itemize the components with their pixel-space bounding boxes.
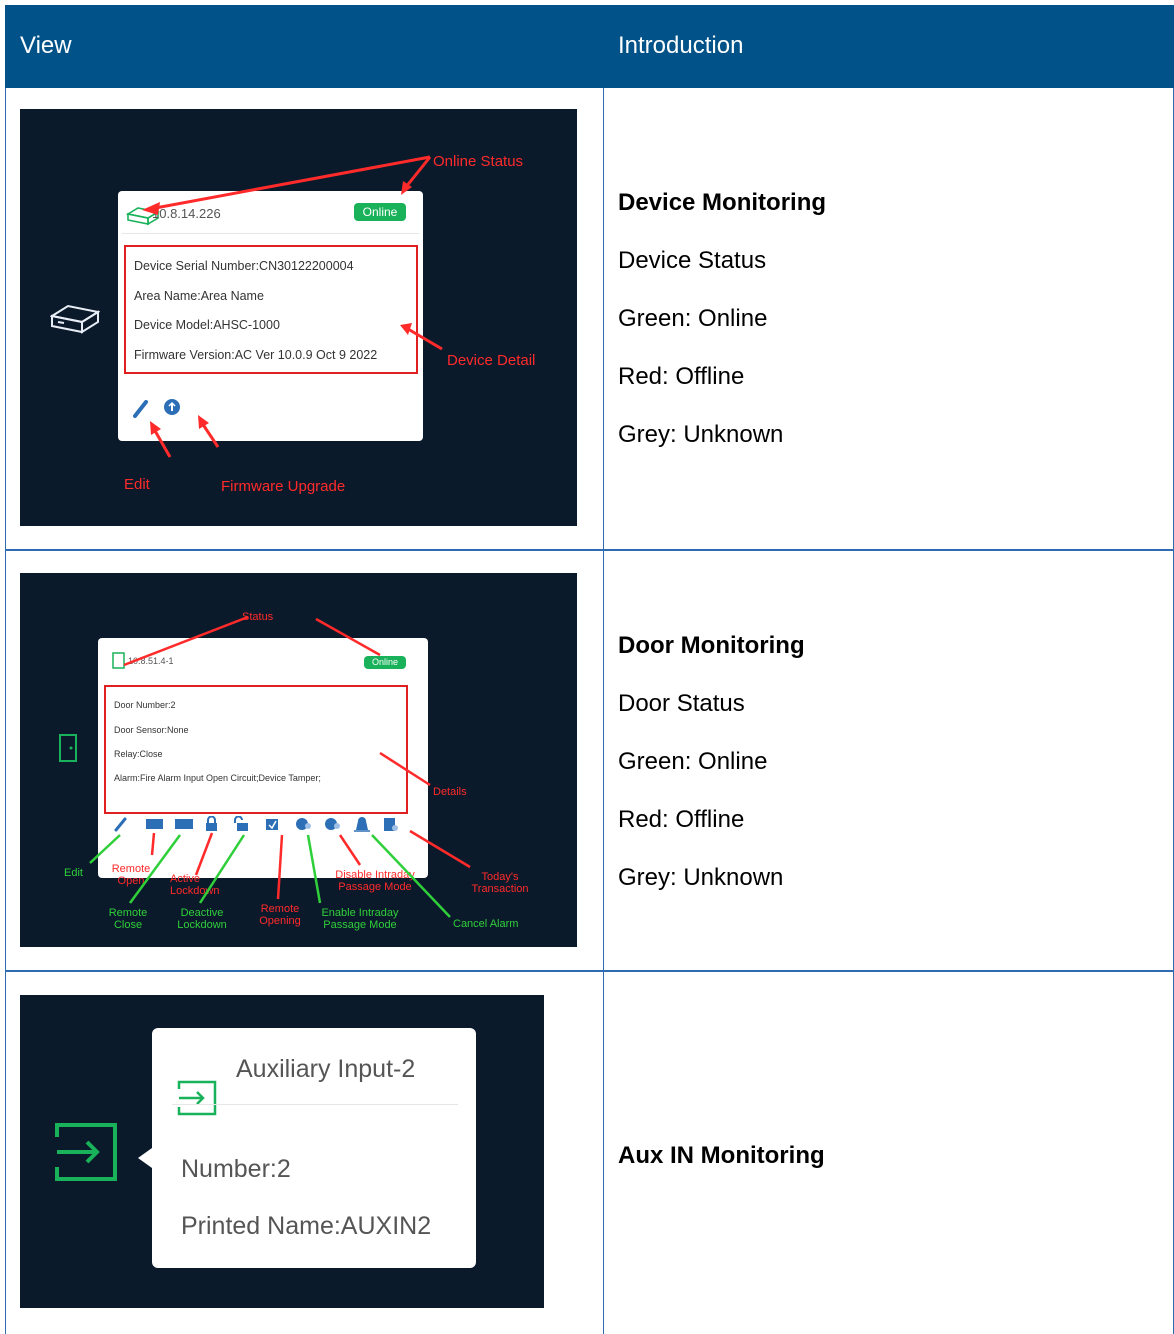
intro-line: Grey: Unknown (618, 421, 784, 448)
grid-left (5, 88, 6, 1334)
annotation-arrows (89, 615, 471, 918)
intro-line: Grey: Unknown (618, 864, 784, 891)
table-header: View Introduction (5, 5, 1174, 88)
popover-pointer (138, 1148, 152, 1168)
intro-line: Red: Offline (618, 806, 745, 833)
intro-line: Green: Online (618, 748, 768, 775)
grid-row-2 (5, 970, 1174, 972)
intro-line: Door Status (618, 690, 745, 717)
header-introduction: Introduction (618, 32, 744, 59)
intro-device: Device Monitoring Device Status Green: O… (618, 189, 826, 449)
intro-title: Device Monitoring (618, 189, 827, 216)
intro-line: Green: Online (618, 305, 768, 332)
card-divider (172, 1104, 458, 1105)
device-monitoring-screenshot: 10.8.14.226 Online Device Serial Number:… (20, 109, 577, 526)
intro-line: Device Status (618, 247, 767, 274)
intro-title: Aux IN Monitoring (618, 1142, 825, 1169)
annotation-arrows (142, 155, 443, 458)
grid-row-1 (5, 549, 1174, 551)
auxin-monitoring-screenshot: Auxiliary Input-2 Number:2 Printed Name:… (20, 995, 544, 1308)
auxin-icon (55, 1123, 117, 1181)
intro-title: Door Monitoring (618, 632, 805, 659)
header-view: View (20, 32, 72, 59)
monitoring-table: View Introduction Device Monitoring Devi… (5, 5, 1174, 1334)
auxin-printed-name: Printed Name:AUXIN2 (181, 1212, 432, 1240)
door-monitoring-screenshot: 10.8.51.4-1 Online Door Number:2 Door Se… (20, 573, 577, 947)
auxin-name: Auxiliary Input-2 (236, 1055, 416, 1083)
auxin-card: Auxiliary Input-2 Number:2 Printed Name:… (152, 1028, 476, 1268)
auxin-small-icon (177, 1080, 217, 1116)
auxin-number: Number:2 (181, 1155, 291, 1183)
intro-auxin: Aux IN Monitoring (618, 1142, 825, 1170)
intro-door: Door Monitoring Door Status Green: Onlin… (618, 632, 805, 892)
grid-middle (603, 88, 604, 1334)
intro-line: Red: Offline (618, 363, 745, 390)
